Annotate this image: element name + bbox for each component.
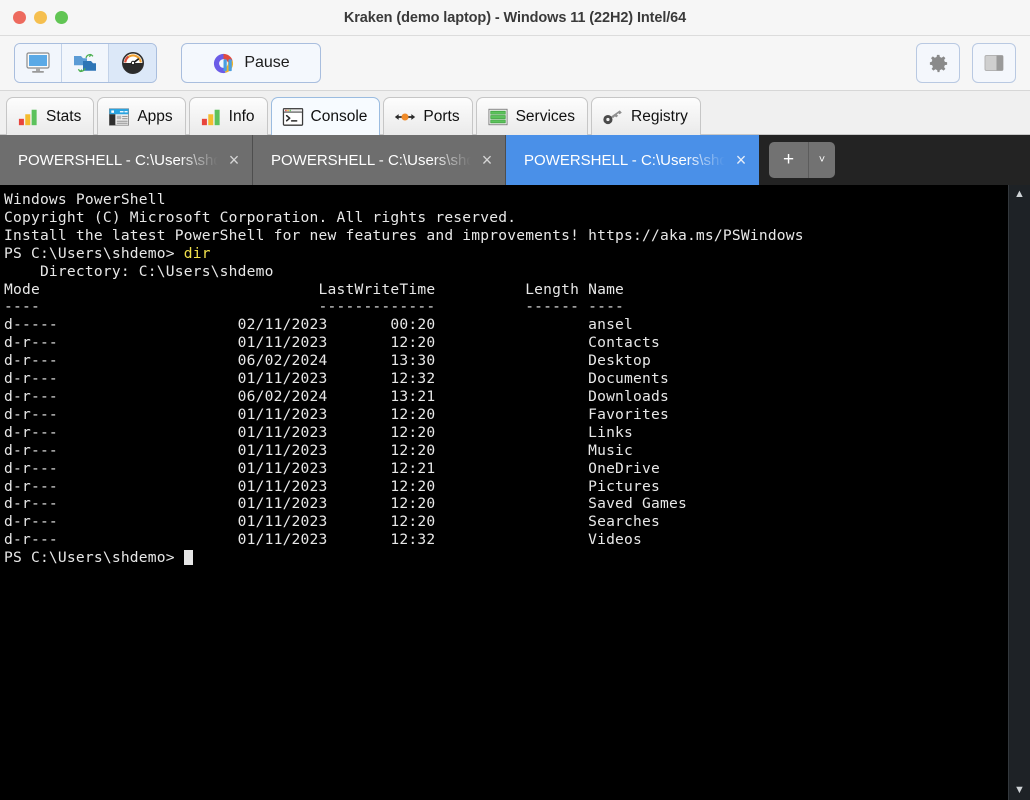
window-controls [0, 11, 68, 24]
minimize-button[interactable] [34, 11, 47, 24]
file-transfer-icon [72, 51, 98, 75]
key-icon [602, 107, 624, 127]
tab-label: Apps [137, 108, 172, 126]
close-icon[interactable]: × [224, 150, 244, 170]
title-bar: Kraken (demo laptop) - Windows 11 (22H2)… [0, 0, 1030, 36]
tab-ports[interactable]: Ports [383, 97, 472, 135]
scroll-down-icon[interactable]: ▼ [1014, 785, 1025, 796]
terminal-tab-label: POWERSHELL - C:\Users\shdemo [18, 152, 224, 169]
donut-pause-icon [212, 52, 235, 75]
list-bars-icon [487, 107, 509, 127]
tab-label: Info [229, 108, 255, 126]
tab-stats[interactable]: Stats [6, 97, 94, 135]
zoom-button[interactable] [55, 11, 68, 24]
tab-console[interactable]: Console [271, 97, 381, 135]
tab-label: Console [311, 108, 368, 126]
close-icon[interactable]: × [477, 150, 497, 170]
new-tab-group: + ˅ [769, 142, 835, 178]
settings-button[interactable] [916, 43, 960, 83]
window-title: Kraken (demo laptop) - Windows 11 (22H2)… [0, 10, 1030, 26]
tab-apps[interactable]: Apps [97, 97, 185, 135]
bar-chart-icon [200, 107, 222, 127]
tab-label: Stats [46, 108, 81, 126]
tab-label: Registry [631, 108, 688, 126]
tab-info[interactable]: Info [189, 97, 268, 135]
performance-button[interactable] [109, 44, 156, 82]
terminal-tab-label: POWERSHELL - C:\Users\shdemo [524, 152, 731, 169]
new-tab-button[interactable]: + [769, 142, 809, 178]
gauge-icon [120, 51, 146, 75]
close-button[interactable] [13, 11, 26, 24]
terminal-tab-2[interactable]: POWERSHELL - C:\Users\shdemo × [253, 135, 506, 185]
terminal-icon [282, 107, 304, 127]
toolbar: Pause [0, 36, 1030, 91]
file-transfer-button[interactable] [62, 44, 109, 82]
window-list-icon [108, 107, 130, 127]
chevron-down-icon[interactable]: ˅ [809, 142, 835, 178]
pause-button[interactable]: Pause [181, 43, 321, 83]
terminal-tab-label: POWERSHELL - C:\Users\shdemo [271, 152, 477, 169]
terminal-output[interactable]: Windows PowerShellCopyright (C) Microsof… [0, 185, 1008, 800]
close-icon[interactable]: × [731, 150, 751, 170]
gear-icon [927, 52, 950, 75]
pause-label: Pause [244, 54, 289, 72]
tab-label: Ports [423, 108, 459, 126]
display-button[interactable] [15, 44, 62, 82]
bar-chart-icon [17, 107, 39, 127]
terminal-scrollbar[interactable]: ▲ ▼ [1008, 185, 1030, 800]
panel-toggle-icon [982, 52, 1006, 74]
main-tab-strip: Stats Apps I [0, 91, 1030, 135]
scroll-up-icon[interactable]: ▲ [1014, 189, 1025, 200]
sidebar-toggle-button[interactable] [972, 43, 1016, 83]
tab-registry[interactable]: Registry [591, 97, 701, 135]
mode-segmented-control [14, 43, 157, 83]
app-window: Kraken (demo laptop) - Windows 11 (22H2)… [0, 0, 1030, 800]
terminal-tab-1[interactable]: POWERSHELL - C:\Users\shdemo × [0, 135, 253, 185]
terminal-area: Windows PowerShellCopyright (C) Microsof… [0, 185, 1030, 800]
terminal-tab-3[interactable]: POWERSHELL - C:\Users\shdemo × [506, 135, 759, 185]
arrows-dot-icon [394, 107, 416, 127]
display-icon [25, 51, 51, 75]
tab-services[interactable]: Services [476, 97, 588, 135]
tab-label: Services [516, 108, 575, 126]
terminal-tab-row: POWERSHELL - C:\Users\shdemo × POWERSHEL… [0, 135, 1030, 185]
